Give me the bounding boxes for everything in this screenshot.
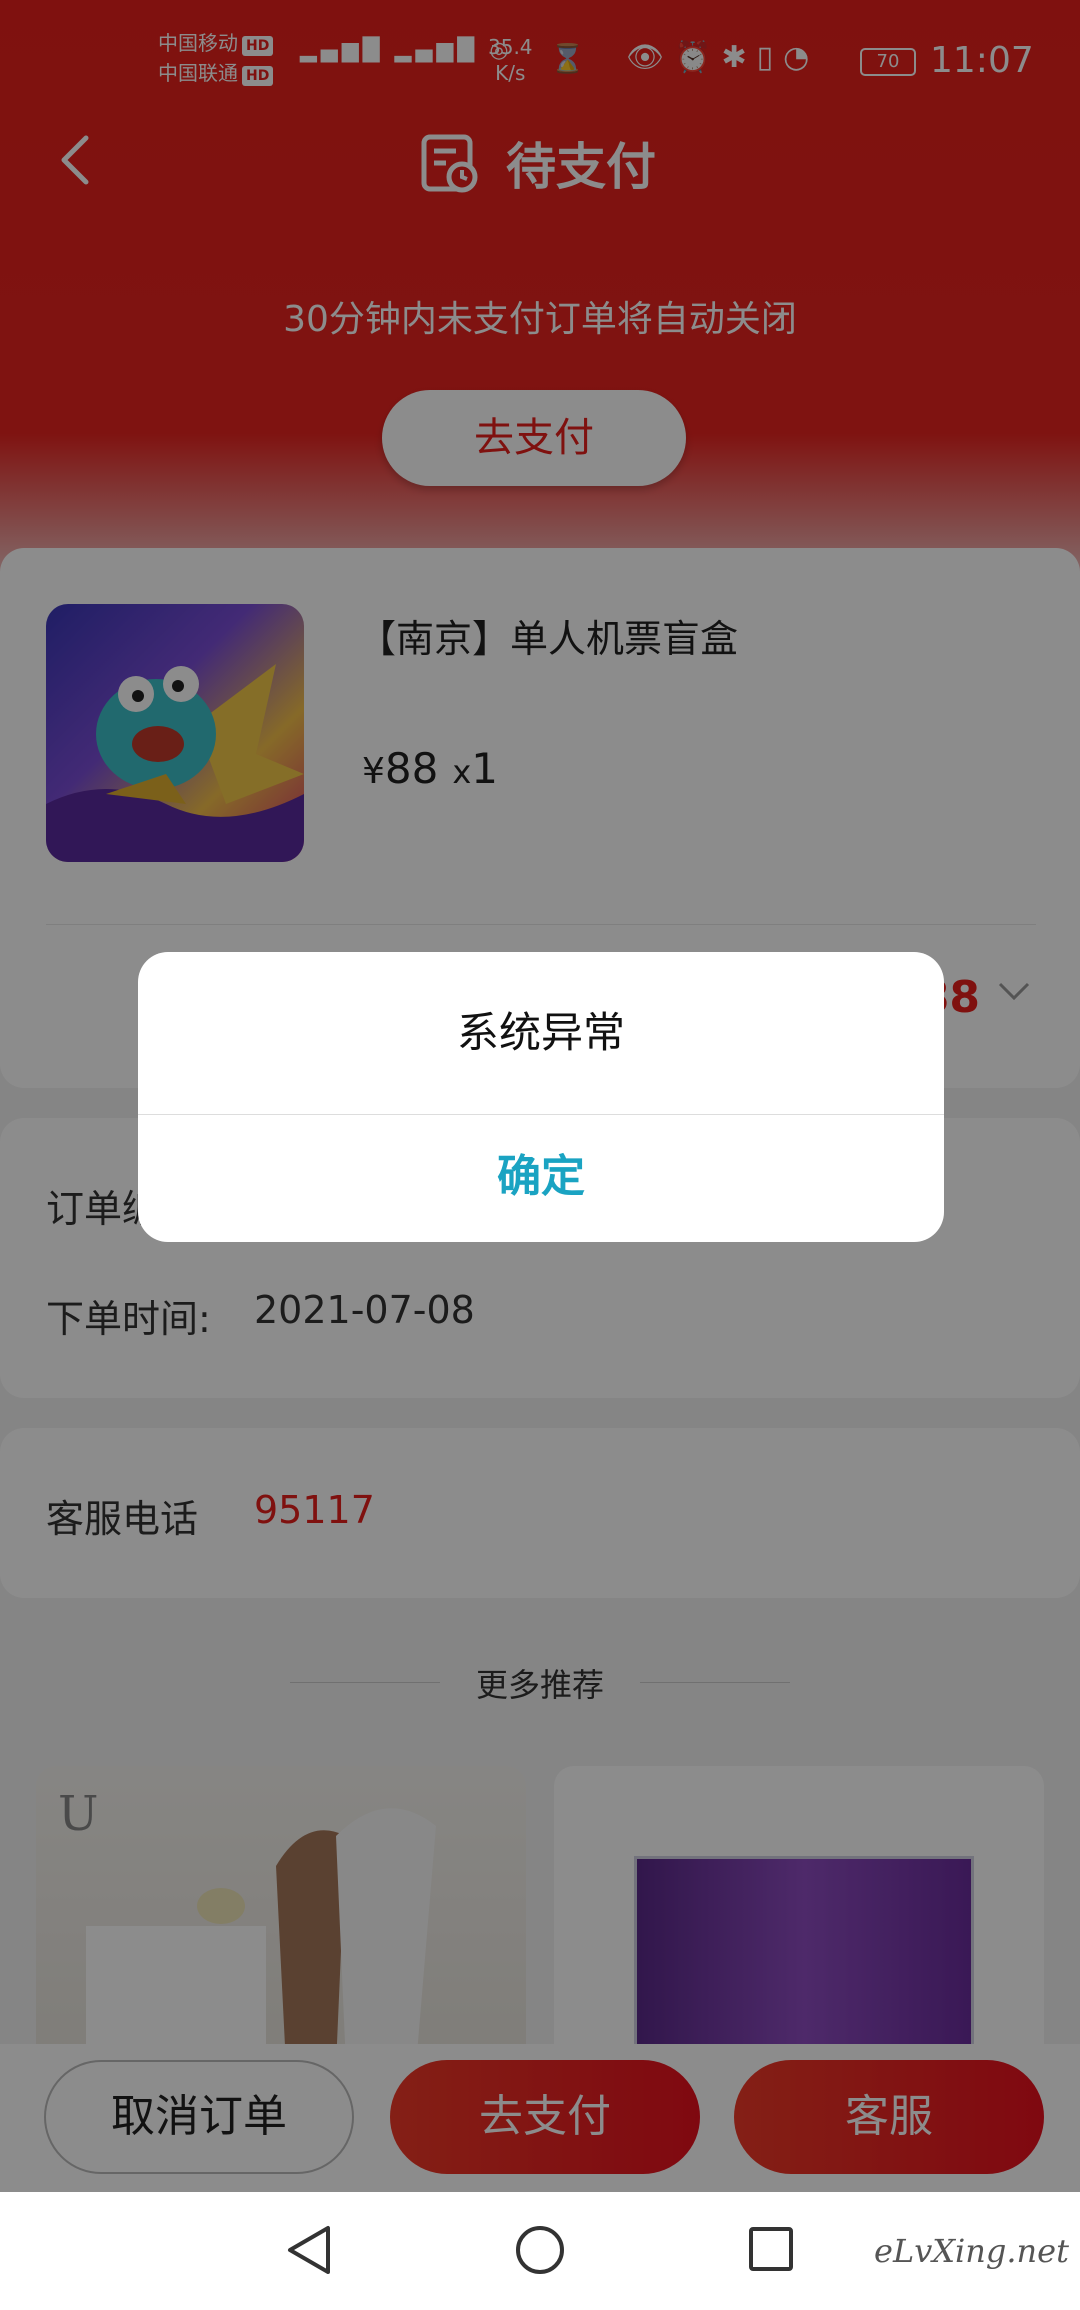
order-page: 中国移动 HD 中国联通 HD ▂▄▆█ ▂▄▆█ ◎ 35.4 K/s ⌛ 👁⏰✱…: [0, 0, 1080, 2310]
nav-back-icon[interactable]: [284, 2222, 334, 2278]
watermark: eLvXing.net: [874, 2232, 1069, 2270]
error-dialog: 系统异常 确定: [138, 952, 944, 1242]
nav-recent-apps-icon[interactable]: [748, 2226, 794, 2272]
system-nav-bar: eLvXing.net: [0, 2192, 1080, 2310]
confirm-button[interactable]: 确定: [138, 1115, 944, 1242]
dialog-message: 系统异常: [456, 1008, 625, 1057]
nav-home-icon[interactable]: [514, 2224, 566, 2276]
